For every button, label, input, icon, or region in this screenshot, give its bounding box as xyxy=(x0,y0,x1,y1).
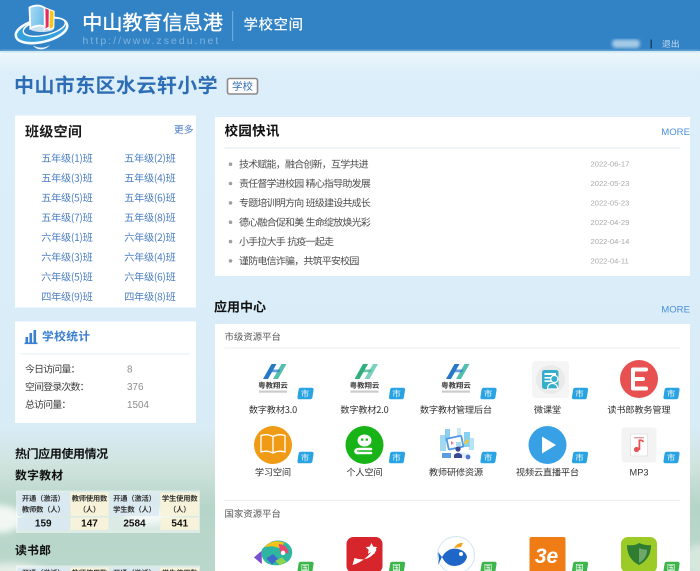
svg-text:1504: 1504 xyxy=(127,400,149,411)
svg-text:376: 376 xyxy=(127,382,144,393)
svg-text:147: 147 xyxy=(81,519,98,530)
svg-text:MORE: MORE xyxy=(661,127,690,138)
svg-text:541: 541 xyxy=(171,519,188,530)
svg-text:2022-05-23: 2022-05-23 xyxy=(591,179,630,188)
svg-text:2022-04-14: 2022-04-14 xyxy=(591,237,630,246)
svg-text:MORE: MORE xyxy=(661,305,690,316)
svg-text:3e: 3e xyxy=(535,545,559,568)
svg-text:2022-04-11: 2022-04-11 xyxy=(591,256,629,265)
svg-text:2584: 2584 xyxy=(123,519,146,530)
svg-text:MP3: MP3 xyxy=(630,468,649,478)
svg-text:http://www.zsedu.net: http://www.zsedu.net xyxy=(83,35,221,47)
svg-text:2022-04-29: 2022-04-29 xyxy=(591,218,630,227)
svg-text:8: 8 xyxy=(127,365,133,376)
svg-text:2022-05-23: 2022-05-23 xyxy=(591,198,630,207)
svg-text:159: 159 xyxy=(35,519,52,530)
svg-text:2022-06-17: 2022-06-17 xyxy=(591,160,630,169)
